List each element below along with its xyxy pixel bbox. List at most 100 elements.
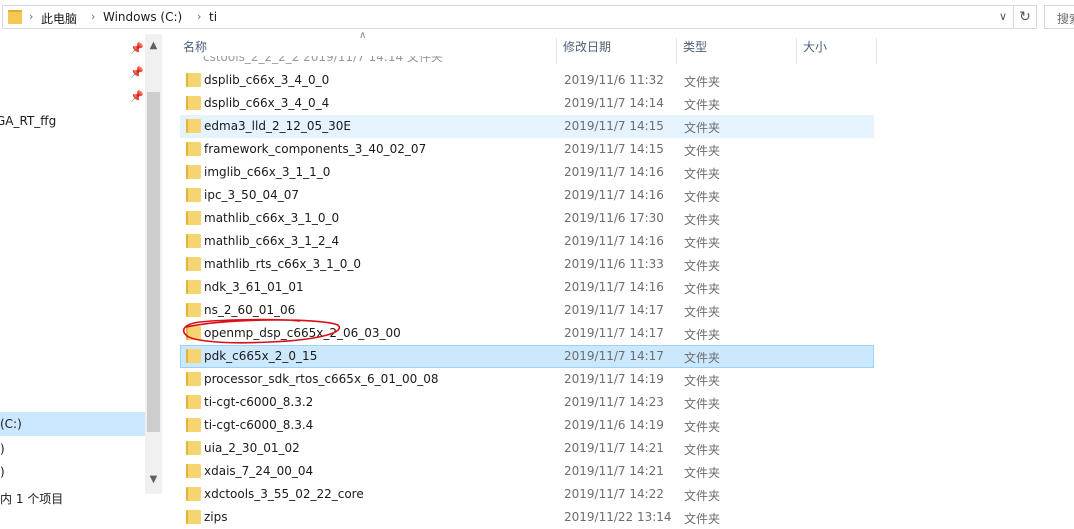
file-name[interactable]: ns_2_60_01_06 [204,303,295,317]
folder-icon [186,464,201,478]
table-row[interactable]: framework_components_3_40_02_07 2019/11/7… [180,138,874,161]
folder-icon [186,119,201,133]
folder-icon [186,211,201,225]
folder-icon [186,257,201,271]
address-bar[interactable]: › 此电脑 › Windows (C:) › ti ∨ [2,5,1014,29]
status-bar-item-count: 内 1 个项目 [0,492,64,506]
modified-date: 2019/11/7 14:21 [564,441,664,455]
folder-icon [186,188,201,202]
file-name[interactable]: openmp_dsp_c665x_2_06_03_00 [204,326,401,340]
file-name[interactable]: processor_sdk_rtos_c665x_6_01_00_08 [204,372,439,386]
scroll-up-icon[interactable]: ▲ [145,40,162,51]
modified-date: 2019/11/7 14:17 [564,326,664,340]
table-row[interactable]: edma3_lld_2_12_05_30E 2019/11/7 14:15 文件夹 [180,115,874,138]
table-row[interactable]: mathlib_rts_c66x_3_1_0_0 2019/11/6 11:33 文… [180,253,874,276]
modified-date: 2019/11/7 14:17 [564,349,664,363]
modified-date: 2019/11/7 14:14 [564,96,664,110]
table-row[interactable]: ti-cgt-c6000_8.3.4 2019/11/6 14:19 文件夹 [180,414,874,437]
file-name[interactable]: zips [204,510,228,524]
file-name[interactable]: framework_components_3_40_02_07 [204,142,426,156]
modified-date: 2019/11/7 14:17 [564,303,664,317]
scroll-thumb[interactable] [147,92,160,432]
table-row[interactable]: dsplib_c66x_3_4_0_0 2019/11/6 11:32 文件夹 [180,69,874,92]
file-type: 文件夹 [684,259,721,273]
file-name[interactable]: mathlib_c66x_3_1_0_0 [204,211,339,225]
file-type: 文件夹 [684,443,721,457]
table-row-partially-hidden[interactable]: cstools_2_2_2_2 2019/11/7 14:14 文件夹 [180,56,872,64]
file-name[interactable]: ti-cgt-c6000_8.3.4 [204,418,313,432]
folder-icon [186,96,201,110]
file-list: dsplib_c66x_3_4_0_0 2019/11/6 11:32 文件夹 dsp… [180,69,874,529]
file-name[interactable]: ti-cgt-c6000_8.3.2 [204,395,313,409]
table-row[interactable]: zips 2019/11/22 13:14 文件夹 [180,506,874,529]
table-row[interactable]: uia_2_30_01_02 2019/11/7 14:21 文件夹 [180,437,874,460]
folder-icon [186,510,201,524]
pin-icon[interactable]: 📌 [130,42,144,55]
folder-icon [186,418,201,432]
chevron-right-icon[interactable]: › [91,10,95,23]
modified-date: 2019/11/22 13:14 [564,510,672,524]
modified-date: 2019/11/7 14:16 [564,280,664,294]
table-row[interactable]: mathlib_c66x_3_1_0_0 2019/11/6 17:30 文件夹 [180,207,874,230]
table-row[interactable]: pdk_c665x_2_0_15 2019/11/7 14:17 文件夹 [180,345,874,368]
nav-item-quick-access-folder[interactable]: GA_RT_ffg [0,114,56,128]
scroll-down-icon[interactable]: ▼ [145,474,162,485]
file-name[interactable]: mathlib_c66x_3_1_2_4 [204,234,339,248]
file-name[interactable]: dsplib_c66x_3_4_0_0 [204,73,329,87]
folder-icon [186,349,201,363]
pin-icon[interactable]: 📌 [130,90,144,103]
table-row[interactable]: ipc_3_50_04_07 2019/11/7 14:16 文件夹 [180,184,874,207]
table-row[interactable]: dsplib_c66x_3_4_0_4 2019/11/7 14:14 文件夹 [180,92,874,115]
file-name[interactable]: pdk_c665x_2_0_15 [204,349,317,363]
table-row[interactable]: mathlib_c66x_3_1_2_4 2019/11/7 14:16 文件夹 [180,230,874,253]
file-name[interactable]: ndk_3_61_01_01 [204,280,304,294]
file-name[interactable]: xdais_7_24_00_04 [204,464,313,478]
file-name[interactable]: edma3_lld_2_12_05_30E [204,119,351,133]
nav-scrollbar[interactable]: ▲ ▼ [145,34,162,494]
file-name[interactable]: xdctools_3_55_02_22_core [204,487,364,501]
file-type: 文件夹 [684,144,721,158]
search-input[interactable]: 搜索 [1044,5,1074,29]
row-clipped-text: cstools_2_2_2_2 2019/11/7 14:14 文件夹 [203,56,443,64]
modified-date: 2019/11/6 17:30 [564,211,664,225]
breadcrumb-ti[interactable]: ti [209,10,217,24]
nav-item-drive[interactable]: :) [0,442,5,456]
file-name[interactable]: ipc_3_50_04_07 [204,188,299,202]
folder-icon [186,73,201,87]
file-type: 文件夹 [684,420,721,434]
nav-item-drive[interactable]: :) [0,465,5,479]
breadcrumb-windows-c[interactable]: Windows (C:) [103,10,182,24]
table-row[interactable]: openmp_dsp_c665x_2_06_03_00 2019/11/7 14:… [180,322,874,345]
table-row[interactable]: ndk_3_61_01_01 2019/11/7 14:16 文件夹 [180,276,874,299]
sort-ascending-icon: ∧ [359,30,367,41]
chevron-right-icon[interactable]: › [29,10,33,23]
file-type: 文件夹 [684,282,721,296]
file-name[interactable]: imglib_c66x_3_1_1_0 [204,165,330,179]
table-row[interactable]: ns_2_60_01_06 2019/11/7 14:17 文件夹 [180,299,874,322]
folder-icon [186,326,201,340]
table-row[interactable]: xdais_7_24_00_04 2019/11/7 14:21 文件夹 [180,460,874,483]
file-type: 文件夹 [684,489,721,503]
table-row[interactable]: processor_sdk_rtos_c665x_6_01_00_08 2019/… [180,368,874,391]
file-name[interactable]: uia_2_30_01_02 [204,441,300,455]
navigation-pane: 📌 📌 📌 GA_RT_ffg (C:) :) :) [0,34,145,502]
folder-icon [186,395,201,409]
breadcrumb-this-pc[interactable]: 此电脑 [41,10,77,27]
file-type: 文件夹 [684,121,721,135]
table-row[interactable]: ti-cgt-c6000_8.3.2 2019/11/7 14:23 文件夹 [180,391,874,414]
file-type: 文件夹 [684,466,721,480]
refresh-button[interactable]: ↻ [1014,5,1037,29]
file-name[interactable]: mathlib_rts_c66x_3_1_0_0 [204,257,361,271]
file-type: 文件夹 [684,374,721,388]
chevron-down-icon[interactable]: ∨ [999,10,1007,23]
chevron-right-icon[interactable]: › [197,10,201,23]
column-divider[interactable] [876,38,877,64]
folder-icon [8,10,22,24]
file-name[interactable]: dsplib_c66x_3_4_0_4 [204,96,329,110]
refresh-icon: ↻ [1019,9,1031,25]
table-row[interactable]: imglib_c66x_3_1_1_0 2019/11/7 14:16 文件夹 [180,161,874,184]
pin-icon[interactable]: 📌 [130,66,144,79]
file-type: 文件夹 [684,328,721,342]
table-row[interactable]: xdctools_3_55_02_22_core 2019/11/7 14:22 文… [180,483,874,506]
nav-item-selected-drive[interactable]: (C:) [0,412,145,436]
